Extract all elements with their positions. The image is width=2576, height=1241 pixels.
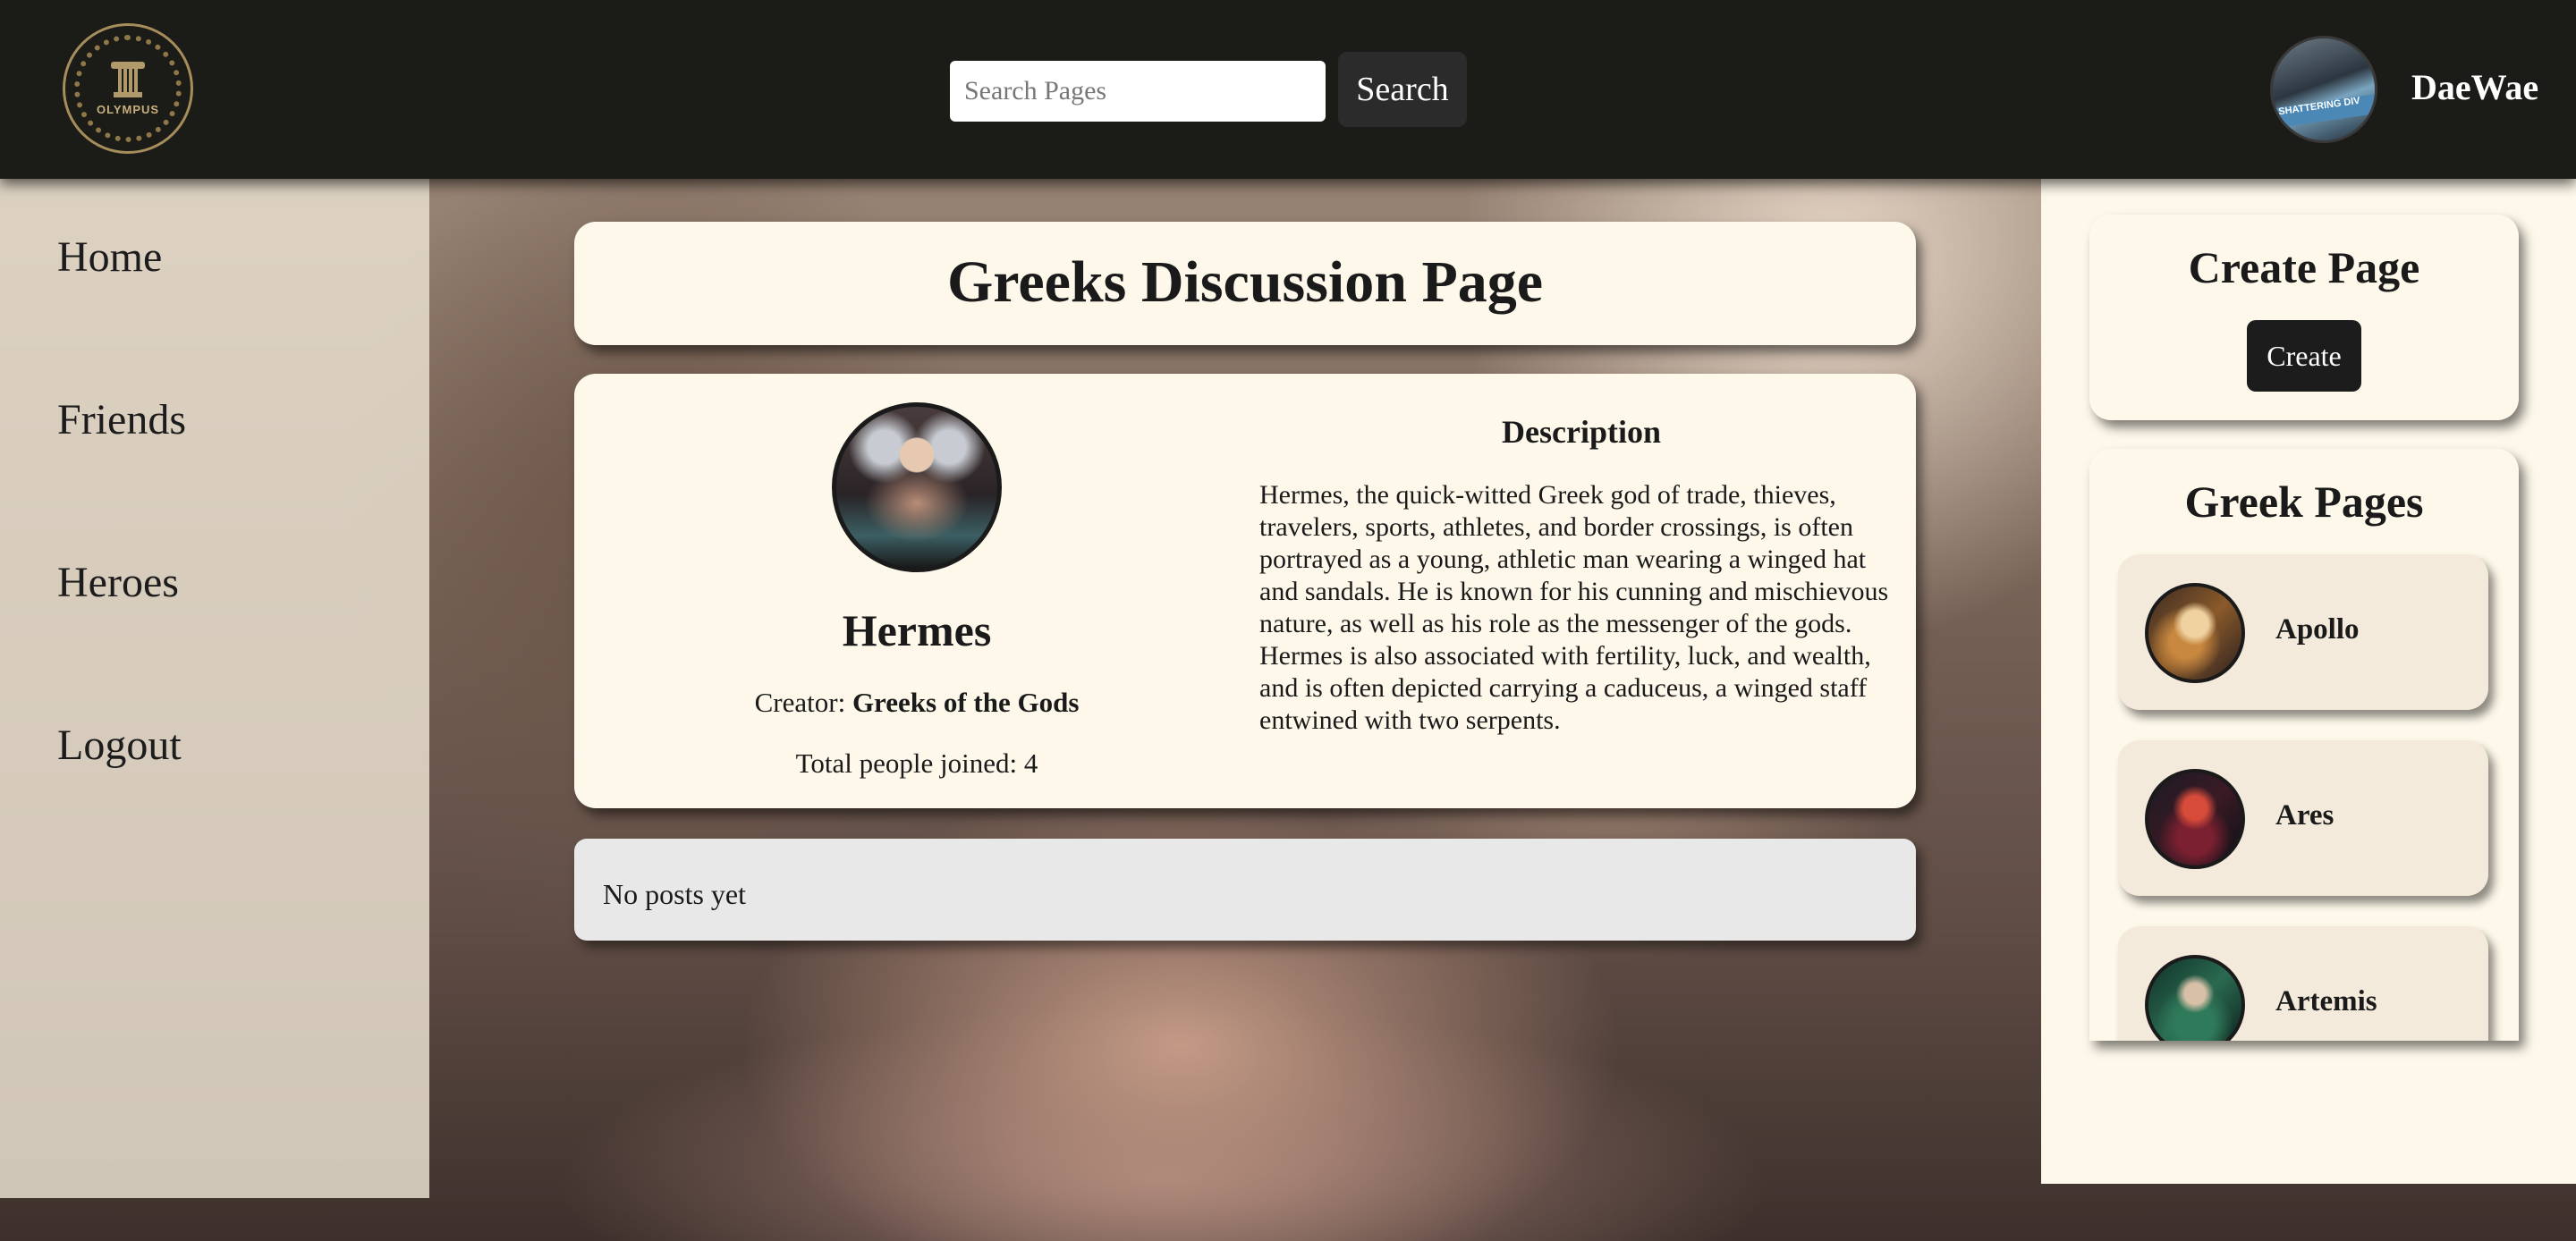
page-item-name: Ares: [2275, 799, 2334, 832]
nav-home[interactable]: Home: [57, 232, 162, 282]
no-posts-text: No posts yet: [603, 878, 746, 910]
page-item-artemis[interactable]: Artemis: [2118, 926, 2488, 1041]
create-page-card: Create Page Create: [2089, 215, 2519, 420]
create-button[interactable]: Create: [2247, 320, 2361, 392]
pillar-icon: [111, 61, 145, 97]
hero-info-card: Hermes Creator: Greeks of the Gods Total…: [574, 374, 1916, 808]
page-item-apollo[interactable]: Apollo: [2118, 554, 2488, 710]
page-item-name: Apollo: [2275, 613, 2360, 646]
top-header: OLYMPUS Search SHATTERING DIV DaeWae: [0, 0, 2576, 179]
create-page-title: Create Page: [2188, 242, 2420, 292]
page-item-name: Artemis: [2275, 985, 2377, 1017]
left-sidebar: Home Friends Heroes Logout: [0, 179, 429, 1198]
nav-heroes[interactable]: Heroes: [57, 558, 179, 607]
posts-section: No posts yet: [574, 839, 1916, 941]
artemis-image: [2145, 955, 2245, 1041]
search-input[interactable]: [950, 61, 1326, 122]
greek-pages-title: Greek Pages: [2184, 477, 2424, 527]
joined-count: Total people joined: 4: [795, 747, 1038, 779]
logo-text: OLYMPUS: [96, 102, 160, 116]
description-title: Description: [1502, 414, 1661, 450]
nav-logout[interactable]: Logout: [57, 721, 182, 770]
greek-pages-card: Greek Pages Apollo Ares Artemis: [2089, 449, 2519, 1041]
olympus-logo[interactable]: OLYMPUS: [63, 23, 193, 154]
creator-prefix: Creator:: [754, 687, 846, 718]
creator-line: Creator: Greeks of the Gods: [574, 687, 1259, 719]
page-title: Greeks Discussion Page: [946, 249, 1544, 315]
user-avatar[interactable]: SHATTERING DIV: [2270, 36, 2377, 143]
description-text: Hermes, the quick-witted Greek god of tr…: [1259, 480, 1889, 735]
page-item-ares[interactable]: Ares: [2118, 740, 2488, 896]
ares-image: [2145, 769, 2245, 869]
nav-friends[interactable]: Friends: [57, 395, 186, 444]
hermes-portrait-image: [832, 402, 1002, 572]
apollo-image: [2145, 583, 2245, 683]
username[interactable]: DaeWae: [2411, 66, 2538, 108]
title-card: Greeks Discussion Page: [574, 222, 1916, 345]
search-button[interactable]: Search: [1338, 52, 1467, 127]
creator-name: Greeks of the Gods: [852, 687, 1080, 718]
hero-name: Hermes: [842, 605, 992, 655]
